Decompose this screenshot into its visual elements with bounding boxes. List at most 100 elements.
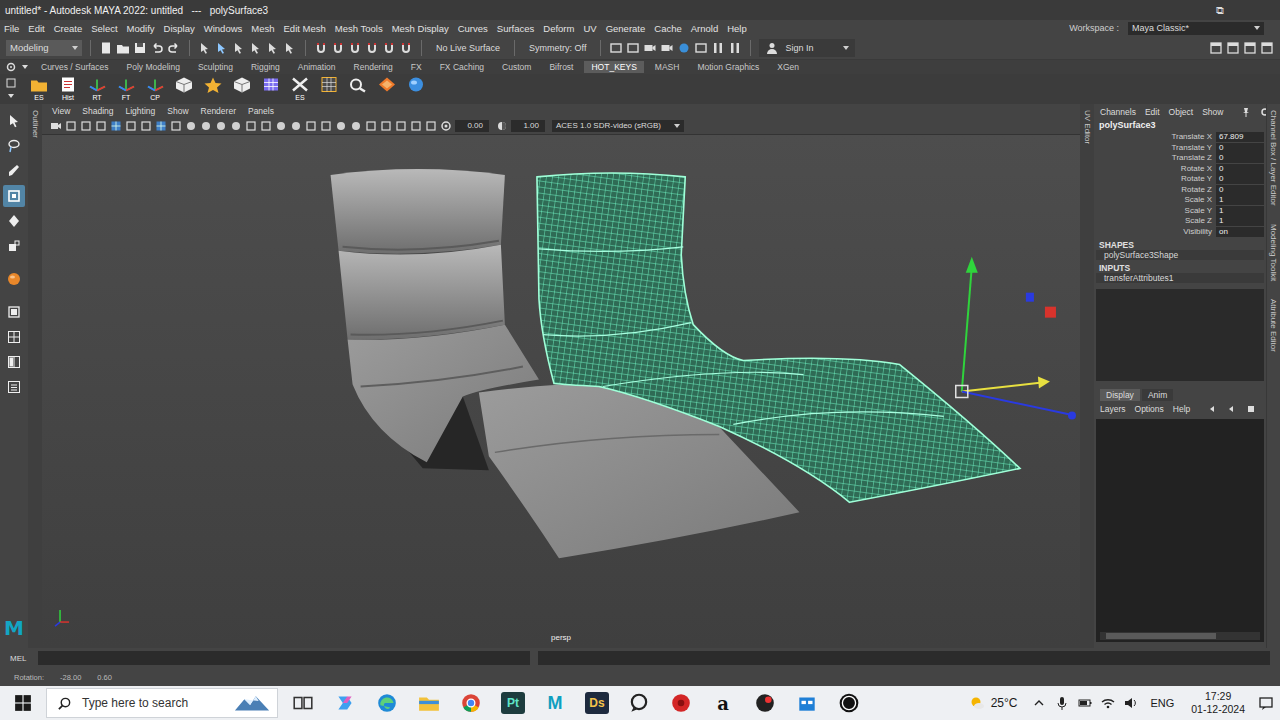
- command-input[interactable]: [38, 651, 530, 665]
- box-icon[interactable]: [245, 120, 257, 132]
- channel-box-menu-item[interactable]: Show: [1202, 107, 1223, 117]
- box-icon[interactable]: [609, 41, 623, 55]
- tool-button[interactable]: [3, 268, 25, 290]
- move-layer-down-icon[interactable]: [1227, 404, 1237, 414]
- cam-icon[interactable]: [50, 120, 62, 132]
- shelf-tab[interactable]: Motion Graphics: [690, 61, 766, 73]
- selection-mask-icon[interactable]: [266, 41, 280, 55]
- panel-toggle-icon[interactable]: [1260, 41, 1274, 55]
- grid-icon[interactable]: [155, 120, 167, 132]
- shelf-button[interactable]: [201, 76, 225, 103]
- box-icon[interactable]: [626, 41, 640, 55]
- attribute-value[interactable]: 0: [1216, 174, 1264, 184]
- recorder-app-icon[interactable]: [748, 688, 782, 718]
- panel-menu-item[interactable]: Shading: [82, 106, 113, 116]
- circle-icon[interactable]: [677, 41, 691, 55]
- menu-item[interactable]: Display: [164, 23, 195, 34]
- shelf-button[interactable]: [404, 76, 428, 103]
- panel-toggle-icon[interactable]: [1226, 41, 1240, 55]
- designer-app-icon[interactable]: Ds: [580, 688, 614, 718]
- shelf-button[interactable]: [375, 76, 399, 103]
- folder-icon[interactable]: [116, 41, 130, 55]
- tool-button[interactable]: [3, 110, 25, 132]
- channel-box-menu-item[interactable]: Channels: [1100, 107, 1136, 117]
- shelf-tab[interactable]: XGen: [770, 61, 806, 73]
- selection-mask-icon[interactable]: [198, 41, 212, 55]
- shelf-settings-icon[interactable]: [6, 78, 16, 88]
- panel-menu-item[interactable]: Lighting: [125, 106, 155, 116]
- doc-icon[interactable]: [99, 41, 113, 55]
- menu-item[interactable]: Edit Mesh: [284, 23, 326, 34]
- side-tab[interactable]: Attribute Editor: [1269, 299, 1278, 352]
- snap-magnet-icon[interactable]: [382, 41, 396, 55]
- store-app-icon[interactable]: [790, 688, 824, 718]
- tool-button[interactable]: [3, 210, 25, 232]
- menu-item[interactable]: Help: [727, 23, 747, 34]
- snap-magnet-icon[interactable]: [314, 41, 328, 55]
- bar-icon[interactable]: [711, 41, 725, 55]
- shelf-tab[interactable]: Bifrost: [542, 61, 580, 73]
- snap-magnet-icon[interactable]: [348, 41, 362, 55]
- new-layer-icon[interactable]: [1246, 404, 1256, 414]
- taskview-app-icon[interactable]: [286, 688, 320, 718]
- shelf-button[interactable]: [172, 76, 196, 103]
- bar-icon[interactable]: [728, 41, 742, 55]
- menu-item[interactable]: Mesh Tools: [335, 23, 383, 34]
- circle-icon[interactable]: [350, 120, 362, 132]
- menu-item[interactable]: Windows: [204, 23, 243, 34]
- gamma-field[interactable]: 1.00: [511, 120, 545, 132]
- tool-button[interactable]: [3, 235, 25, 257]
- circle-icon[interactable]: [215, 120, 227, 132]
- box-icon[interactable]: [170, 120, 182, 132]
- shelf-tab[interactable]: Rendering: [347, 61, 400, 73]
- box-icon[interactable]: [694, 41, 708, 55]
- tool-button[interactable]: [3, 376, 25, 398]
- input-language[interactable]: ENG: [1150, 697, 1174, 709]
- shelf-button[interactable]: [346, 76, 370, 103]
- menu-item[interactable]: Edit: [28, 23, 44, 34]
- scrollbar-thumb[interactable]: [1106, 633, 1216, 639]
- shelf-button[interactable]: Hist: [56, 76, 80, 103]
- amazon-app-icon[interactable]: a: [706, 688, 740, 718]
- symmetry-field[interactable]: Symmetry: Off: [523, 43, 592, 53]
- copilot-app-icon[interactable]: [328, 688, 362, 718]
- selection-mask-icon[interactable]: [232, 41, 246, 55]
- color-space-dropdown[interactable]: ACES 1.0 SDR-video (sRGB): [552, 120, 684, 132]
- edge-app-icon[interactable]: [370, 688, 404, 718]
- input-node[interactable]: transferAttributes1: [1096, 273, 1264, 283]
- layer-editor-tab[interactable]: Display: [1100, 389, 1140, 401]
- show-hidden-icons-icon[interactable]: [1031, 695, 1047, 711]
- object-name[interactable]: polySurface3: [1096, 120, 1264, 132]
- circle-icon[interactable]: [335, 120, 347, 132]
- tool-button[interactable]: [3, 185, 25, 207]
- circle-icon[interactable]: [185, 120, 197, 132]
- attribute-value[interactable]: 1: [1216, 195, 1264, 205]
- grid-icon[interactable]: [110, 120, 122, 132]
- circle-icon[interactable]: [275, 120, 287, 132]
- layer-menu-item[interactable]: Layers: [1100, 404, 1126, 414]
- box-icon[interactable]: [365, 120, 377, 132]
- shelf-tab[interactable]: Poly Modeling: [120, 61, 187, 73]
- selection-mask-icon[interactable]: [249, 41, 263, 55]
- tool-button[interactable]: [3, 326, 25, 348]
- microphone-icon[interactable]: [1054, 695, 1070, 711]
- menu-item[interactable]: Arnold: [691, 23, 718, 34]
- circle-icon[interactable]: [290, 120, 302, 132]
- command-language-button[interactable]: MEL: [10, 654, 30, 663]
- shelf-tab[interactable]: Animation: [291, 61, 343, 73]
- panel-menu-item[interactable]: View: [52, 106, 70, 116]
- menu-item[interactable]: Curves: [458, 23, 488, 34]
- shelf-tab[interactable]: FX Caching: [433, 61, 491, 73]
- shelf-button[interactable]: RT: [85, 76, 109, 103]
- attribute-value[interactable]: 1: [1216, 206, 1264, 216]
- move-manipulator[interactable]: [956, 257, 1076, 420]
- box-icon[interactable]: [125, 120, 137, 132]
- panel-toggle-icon[interactable]: [1209, 41, 1223, 55]
- bubble-app-icon[interactable]: [622, 688, 656, 718]
- attribute-row[interactable]: Rotate Z0: [1096, 185, 1264, 196]
- shelf-tab[interactable]: Sculpting: [191, 61, 240, 73]
- circle-icon[interactable]: [230, 120, 242, 132]
- menu-set-dropdown[interactable]: Modeling: [6, 40, 82, 56]
- panel-menu-item[interactable]: Renderer: [201, 106, 236, 116]
- cam-icon[interactable]: [643, 41, 657, 55]
